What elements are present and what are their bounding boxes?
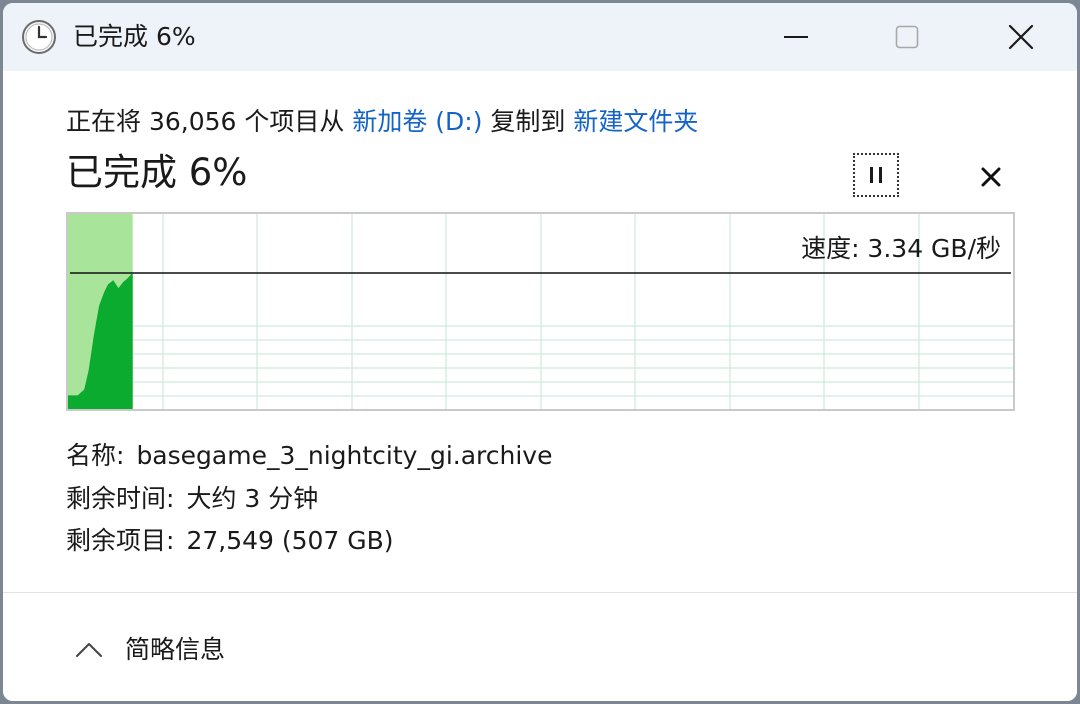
- items-remaining-label: 剩余项目:: [66, 526, 175, 555]
- maximize-button[interactable]: [873, 3, 941, 71]
- items-remaining-row: 剩余项目: 27,549 (507 GB): [66, 524, 394, 558]
- time-remaining-value: 大约 3 分钟: [186, 484, 319, 513]
- progress-status: 已完成 6%: [66, 151, 248, 194]
- speed-graph: 速度: 3.34 GB/秒: [66, 212, 1015, 411]
- fewer-details-toggle[interactable]: 简略信息: [75, 633, 225, 667]
- minimize-button[interactable]: [763, 3, 831, 71]
- pause-icon: [870, 167, 882, 183]
- close-button[interactable]: [987, 3, 1055, 71]
- minimize-icon: [784, 36, 808, 38]
- maximize-icon: [895, 25, 919, 49]
- source-link[interactable]: 新加卷 (D:): [352, 107, 482, 136]
- clock-icon: [22, 20, 56, 54]
- speed-label: 速度: 3.34 GB/秒: [801, 234, 1001, 263]
- copy-prefix: 正在将 36,056 个项目从: [66, 107, 353, 136]
- copy-description: 正在将 36,056 个项目从 新加卷 (D:) 复制到 新建文件夹: [66, 105, 698, 139]
- cancel-button[interactable]: [969, 155, 1013, 199]
- close-icon: [1008, 24, 1034, 50]
- file-name-row: 名称: basegame_3_nightcity_gi.archive: [66, 439, 552, 473]
- cancel-x-icon: [981, 167, 1001, 187]
- destination-link[interactable]: 新建文件夹: [573, 107, 698, 136]
- time-remaining-row: 剩余时间: 大约 3 分钟: [66, 482, 318, 516]
- items-remaining-value: 27,549 (507 GB): [186, 526, 394, 555]
- copy-progress-window: 已完成 6% 正在将 36,056 个项目从 新加卷 (D:) 复制到 新建文件…: [3, 3, 1077, 701]
- file-name-label: 名称:: [66, 441, 125, 470]
- file-name-value: basegame_3_nightcity_gi.archive: [136, 441, 553, 470]
- time-remaining-label: 剩余时间:: [66, 484, 175, 513]
- footer: 简略信息: [3, 592, 1077, 701]
- window-title: 已完成 6%: [73, 22, 196, 51]
- chevron-up-icon: [76, 643, 102, 657]
- fewer-details-label: 简略信息: [125, 635, 226, 664]
- copy-middle: 复制到: [482, 107, 574, 136]
- title-bar[interactable]: 已完成 6%: [3, 3, 1077, 71]
- pause-button[interactable]: [853, 153, 899, 197]
